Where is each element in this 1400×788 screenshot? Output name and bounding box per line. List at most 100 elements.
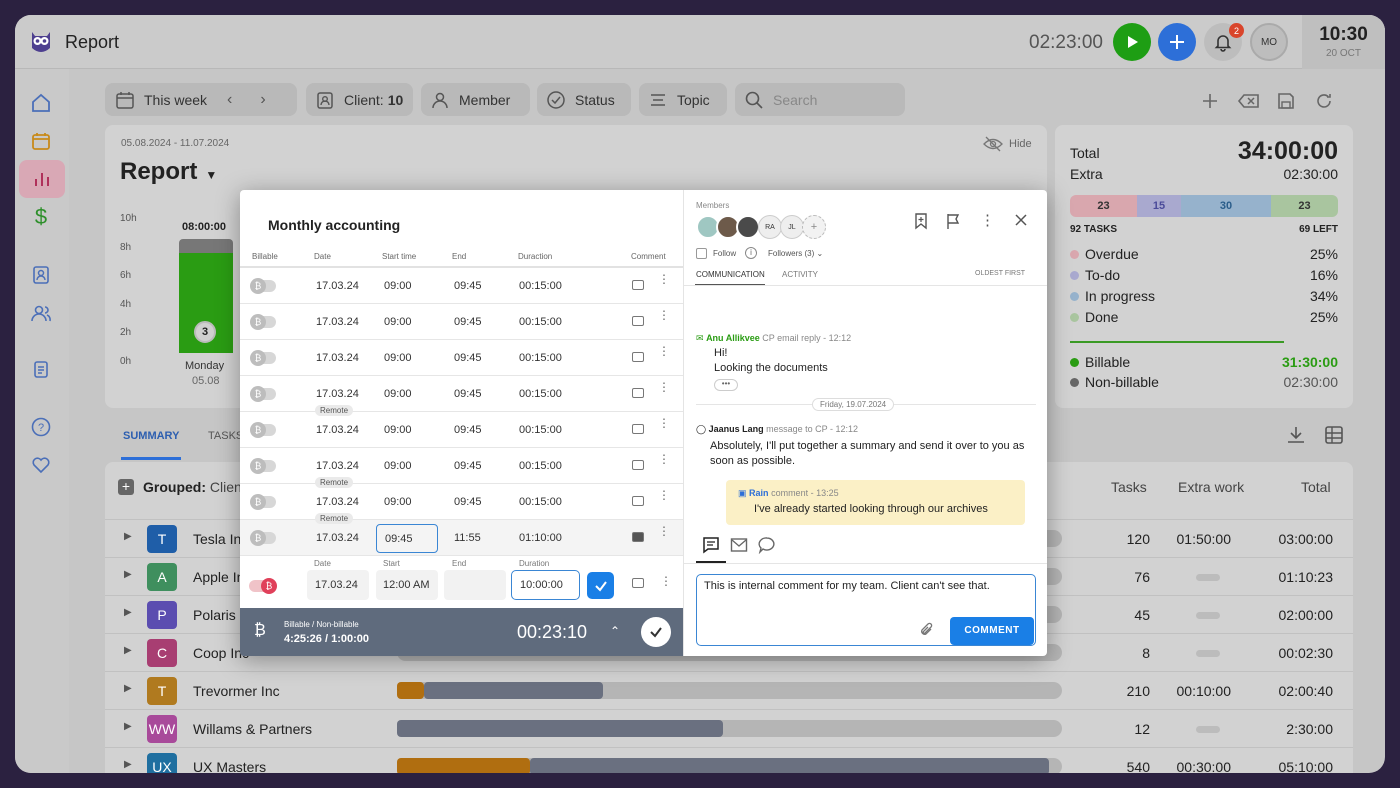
follow-checkbox[interactable] — [696, 248, 707, 259]
entry-duration[interactable]: 00:15:00 — [519, 352, 562, 364]
followers-dropdown[interactable]: Followers (3) ⌄ — [768, 249, 823, 258]
more-options-icon[interactable]: ⋮ — [658, 417, 670, 429]
time-entry-row[interactable]: ₿ 17.03.24 09:00 09:45 00:15:00 ⋮ — [240, 376, 683, 412]
attachment-icon[interactable] — [919, 622, 935, 643]
more-options-icon[interactable]: ⋮ — [658, 345, 670, 357]
tab-activity[interactable]: ACTIVITY — [782, 270, 818, 279]
member-avatar-jl[interactable]: JL — [780, 215, 804, 239]
comment-icon[interactable] — [632, 460, 644, 470]
expand-row-icon[interactable]: ▶ — [124, 759, 132, 770]
entry-duration[interactable]: 00:15:00 — [519, 388, 562, 400]
entry-end[interactable]: 09:45 — [454, 352, 482, 364]
table-view-icon[interactable] — [1323, 424, 1345, 451]
billable-toggle[interactable]: ₿ — [250, 494, 276, 510]
comment-icon[interactable] — [632, 496, 644, 506]
comment-input[interactable]: This is internal comment for my team. Cl… — [696, 574, 1036, 646]
entry-duration[interactable]: 00:15:00 — [519, 424, 562, 436]
more-options-icon[interactable]: ⋮ — [658, 381, 670, 393]
entry-end[interactable]: 09:45 — [454, 280, 482, 292]
expand-row-icon[interactable]: ▶ — [124, 645, 132, 656]
entry-duration[interactable]: 00:15:00 — [519, 280, 562, 292]
comment-icon[interactable] — [632, 280, 644, 290]
comment-icon[interactable] — [632, 578, 644, 588]
report-title[interactable]: Report ▼ — [120, 158, 217, 186]
hide-button[interactable]: Hide — [983, 136, 1032, 152]
home-icon[interactable] — [27, 89, 55, 117]
time-entry-row[interactable]: ₿ 17.03.24 09:45 11:55 01:10:00 ⋮ Remote — [240, 513, 683, 556]
reports-chart-icon[interactable] — [19, 160, 65, 198]
tab-summary[interactable]: SUMMARY — [123, 430, 179, 442]
time-entry-row[interactable]: ₿ 17.03.24 09:00 09:45 00:15:00 ⋮ — [240, 304, 683, 340]
entry-end[interactable]: 09:45 — [454, 388, 482, 400]
new-start-input[interactable]: 12:00 AM — [376, 570, 438, 600]
entry-duration[interactable]: 00:15:00 — [519, 316, 562, 328]
add-button[interactable] — [1158, 23, 1196, 61]
billable-toggle[interactable]: ₿ — [250, 458, 276, 474]
entry-end[interactable]: 09:45 — [454, 316, 482, 328]
client-name[interactable]: UX Masters — [193, 759, 266, 773]
entry-start[interactable]: 09:00 — [384, 460, 412, 472]
status-filter[interactable]: Status — [537, 83, 631, 116]
next-period-button[interactable]: › — [260, 91, 265, 109]
more-options-icon[interactable]: ⋮ — [658, 453, 670, 465]
billable-toggle[interactable]: ₿ — [250, 350, 276, 366]
time-entry-row[interactable]: ₿ 17.03.24 09:00 09:45 00:15:00 ⋮ — [240, 268, 683, 304]
more-options-icon[interactable]: ⋮ — [660, 574, 672, 588]
time-entry-row[interactable]: ₿ 17.03.24 09:00 09:45 00:15:00 ⋮ — [240, 448, 683, 484]
billable-toggle[interactable]: ₿ — [250, 422, 276, 438]
more-options-icon[interactable]: ⋮ — [658, 525, 670, 537]
compose-tab-email[interactable] — [730, 537, 748, 558]
client-filter[interactable]: Client: 10 — [306, 83, 413, 116]
flag-icon[interactable] — [945, 212, 961, 235]
entry-duration[interactable]: 00:15:00 — [519, 496, 562, 508]
tab-tasks[interactable]: TASKS — [208, 430, 243, 442]
client-name[interactable]: Trevormer Inc — [193, 683, 280, 699]
confirm-entry-button[interactable] — [587, 572, 614, 599]
comment-icon[interactable] — [632, 532, 644, 542]
table-row[interactable]: ▶ T Trevormer Inc 210 00:10:00 02:00:40 — [105, 671, 1353, 709]
grouped-by[interactable]: Grouped: Client — [143, 479, 246, 495]
entry-start[interactable]: 09:00 — [384, 424, 412, 436]
info-icon[interactable]: i — [745, 247, 757, 259]
comment-button[interactable]: COMMENT — [950, 617, 1034, 645]
table-row[interactable]: ▶ WW Willams & Partners 12 2:30:00 — [105, 709, 1353, 747]
expand-row-icon[interactable]: ▶ — [124, 683, 132, 694]
entry-start[interactable]: 09:00 — [384, 280, 412, 292]
dollar-icon[interactable]: $ — [27, 203, 55, 231]
more-vertical-icon[interactable]: ⋮ — [980, 211, 995, 229]
entry-start-input[interactable]: 09:45 — [376, 524, 438, 553]
topic-filter[interactable]: Topic — [639, 83, 727, 116]
expand-row-icon[interactable]: ▶ — [124, 721, 132, 732]
entry-end[interactable]: 09:45 — [454, 460, 482, 472]
time-entry-row[interactable]: ₿ 17.03.24 09:00 09:45 00:15:00 ⋮ — [240, 340, 683, 376]
comment-icon[interactable] — [632, 352, 644, 362]
help-icon[interactable]: ? — [27, 413, 55, 441]
calendar-icon[interactable] — [27, 127, 55, 155]
download-icon[interactable] — [1285, 424, 1307, 451]
notifications-button[interactable]: 2 — [1204, 23, 1244, 61]
entry-start[interactable]: 09:00 — [384, 352, 412, 364]
add-icon[interactable] — [1200, 91, 1220, 116]
comment-icon[interactable] — [632, 316, 644, 326]
more-options-icon[interactable]: ⋮ — [658, 309, 670, 321]
add-member-icon[interactable]: + — [802, 215, 826, 239]
heart-icon[interactable] — [27, 451, 55, 479]
contacts-icon[interactable] — [27, 261, 55, 289]
new-end-input[interactable] — [444, 570, 506, 600]
entry-duration[interactable]: 00:15:00 — [519, 460, 562, 472]
complete-button[interactable] — [641, 617, 671, 647]
save-icon[interactable] — [1276, 91, 1296, 116]
entry-end[interactable]: 11:55 — [454, 532, 481, 544]
member-filter[interactable]: Member — [421, 83, 530, 116]
entry-duration[interactable]: 01:10:00 — [519, 532, 562, 544]
billable-toggle-on[interactable]: ₿ — [249, 578, 277, 594]
collapse-up-icon[interactable]: ⌃ — [610, 624, 620, 638]
new-date-input[interactable]: 17.03.24 — [307, 570, 369, 600]
billable-toggle[interactable]: ₿ — [250, 314, 276, 330]
entry-start[interactable]: 09:00 — [384, 316, 412, 328]
play-button[interactable] — [1113, 23, 1151, 61]
entry-end[interactable]: 09:45 — [454, 424, 482, 436]
comment-icon[interactable] — [632, 388, 644, 398]
expand-all-icon[interactable]: + — [118, 479, 134, 495]
bookmark-icon[interactable] — [913, 212, 929, 235]
